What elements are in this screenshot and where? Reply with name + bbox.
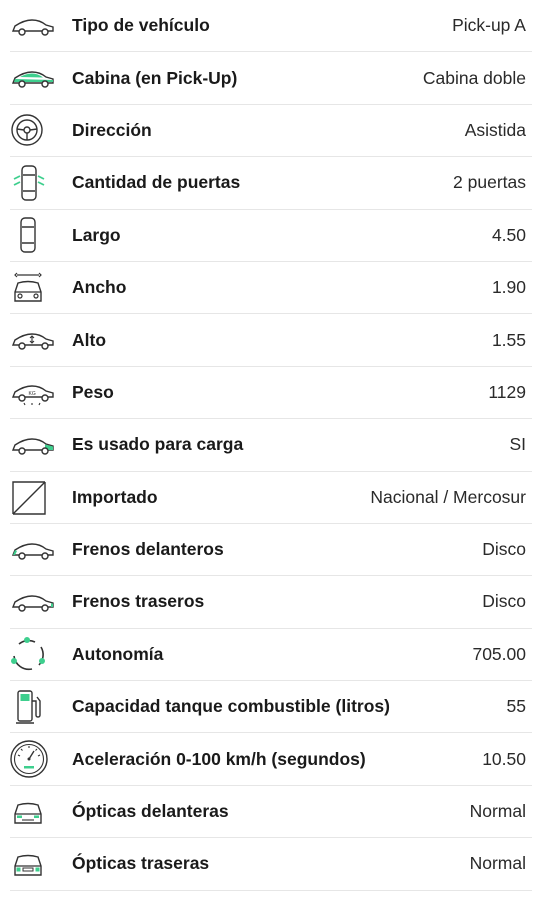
spec-value: Disco (482, 539, 526, 560)
spec-label: Capacidad tanque combustible (litros) (72, 696, 390, 717)
spec-row-front-brakes: Frenos delanteros Disco (10, 524, 532, 577)
car-weight-icon: KG (10, 372, 64, 412)
spec-label: Cantidad de puertas (72, 172, 241, 193)
spec-row-rear-lights: Ópticas traseras Normal (10, 838, 532, 891)
spec-value: Normal (469, 853, 526, 874)
spec-value: 10.50 (482, 748, 526, 769)
spec-row-front-lights: Ópticas delanteras Normal (10, 786, 532, 839)
spec-row-rear-brakes: Frenos traseros Disco (10, 576, 532, 629)
spec-value: 55 (506, 696, 526, 717)
spec-label: Ópticas traseras (72, 853, 210, 874)
spec-row-weight: KG Peso 1129 (10, 367, 532, 420)
speedometer-icon (10, 739, 64, 779)
spec-label: Frenos delanteros (72, 539, 224, 560)
spec-row-steering: Dirección Asistida (10, 105, 532, 158)
spec-row-doors: Cantidad de puertas 2 puertas (10, 157, 532, 210)
spec-value: 1129 (488, 381, 526, 402)
spec-value: Cabina doble (422, 67, 526, 88)
car-doors-icon (10, 163, 64, 203)
spec-label: Ópticas delanteras (72, 801, 229, 822)
car-side-icon (10, 6, 64, 46)
spec-value: Disco (482, 591, 526, 612)
spec-value: 1.55 (491, 329, 526, 350)
car-cabin-icon (10, 58, 64, 98)
spec-label: Peso (72, 381, 114, 402)
imported-icon (10, 477, 64, 517)
spec-row-width: Ancho 1.90 (10, 262, 532, 315)
svg-text:KG: KG (29, 391, 36, 397)
front-brakes-icon (10, 530, 64, 570)
spec-value: 2 puertas (453, 172, 526, 193)
spec-row-autonomy: Autonomía 705.00 (10, 629, 532, 682)
specs-list: Tipo de vehículo Pick-up A Cabina (en Pi… (0, 0, 532, 891)
spec-label: Ancho (72, 277, 127, 298)
spec-row-fuel-tank: Capacidad tanque combustible (litros) 55 (10, 681, 532, 734)
spec-row-cargo: Es usado para carga SI (10, 419, 532, 472)
spec-label: Dirección (72, 119, 152, 140)
spec-value: 4.50 (491, 224, 526, 245)
spec-value: Normal (469, 801, 526, 822)
spec-row-height: Alto 1.55 (10, 314, 532, 367)
front-lights-icon (10, 792, 64, 832)
fuel-pump-icon (10, 687, 64, 727)
spec-label: Frenos traseros (72, 591, 205, 612)
spec-value: Asistida (464, 119, 526, 140)
spec-label: Es usado para carga (72, 434, 244, 455)
car-length-icon (10, 215, 64, 255)
spec-label: Cabina (en Pick-Up) (72, 67, 238, 88)
spec-value: Pick-up A (452, 15, 526, 36)
spec-label: Tipo de vehículo (72, 15, 210, 36)
spec-row-imported: Importado Nacional / Mercosur (10, 472, 532, 524)
spec-label: Autonomía (72, 643, 164, 664)
spec-label: Aceleración 0-100 km/h (segundos) (72, 748, 366, 769)
autonomy-icon (10, 634, 64, 674)
spec-label: Largo (72, 224, 121, 245)
spec-label: Importado (72, 486, 158, 507)
car-width-icon (10, 268, 64, 308)
car-cargo-icon (10, 425, 64, 465)
rear-lights-icon (10, 844, 64, 884)
spec-value: Nacional / Mercosur (370, 486, 526, 507)
car-height-icon (10, 320, 64, 360)
steering-wheel-icon (10, 110, 64, 150)
rear-brakes-icon (10, 582, 64, 622)
spec-row-cabin: Cabina (en Pick-Up) Cabina doble (10, 52, 532, 105)
spec-value: 705.00 (472, 643, 526, 664)
spec-row-vehicle-type: Tipo de vehículo Pick-up A (10, 0, 532, 53)
spec-row-acceleration: Aceleración 0-100 km/h (segundos) 10.50 (10, 733, 532, 786)
spec-row-length: Largo 4.50 (10, 210, 532, 262)
spec-value: SI (509, 434, 526, 455)
spec-value: 1.90 (491, 277, 526, 298)
spec-label: Alto (72, 329, 107, 350)
